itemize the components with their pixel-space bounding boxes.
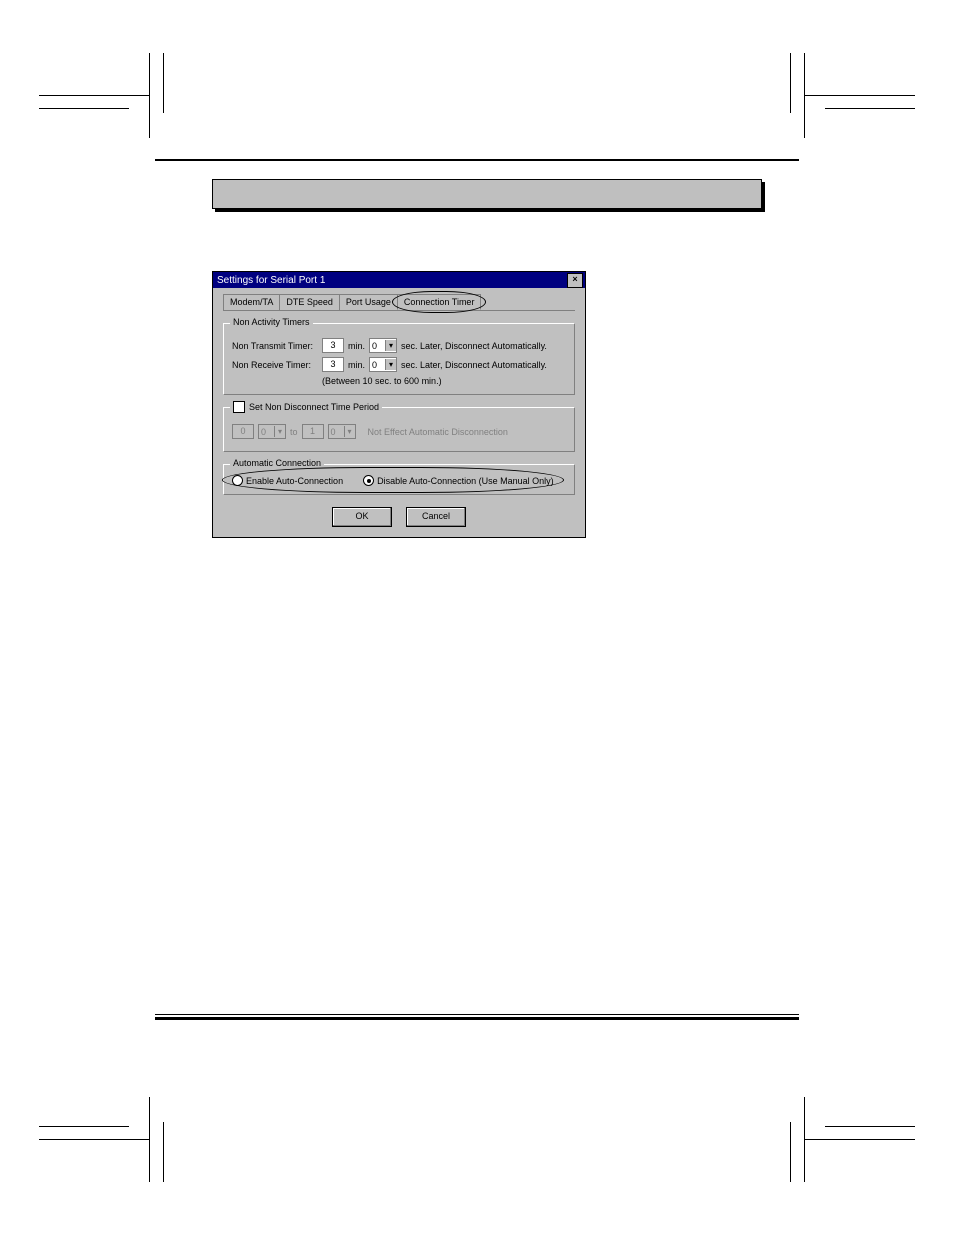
tab-dte-speed[interactable]: DTE Speed xyxy=(279,294,340,310)
after-text: sec. Later, Disconnect Automatically. xyxy=(401,360,547,370)
row-non-disconnect-period: 0 0 ▾ to 1 0 ▾ Not Effect Automatic Disc… xyxy=(232,424,566,439)
tab-connection-timer[interactable]: Connection Timer xyxy=(397,294,482,310)
disable-auto-label: Disable Auto-Connection (Use Manual Only… xyxy=(377,476,554,486)
row-auto-connection-radios: Enable Auto-Connection Disable Auto-Conn… xyxy=(232,475,566,486)
crop-mark xyxy=(805,95,915,96)
radio-dot-icon xyxy=(367,479,371,483)
tab-label: Port Usage xyxy=(346,297,391,307)
select-value: 0 xyxy=(372,341,377,351)
crop-mark xyxy=(163,1122,164,1182)
button-label: Cancel xyxy=(422,511,450,521)
tab-label: Modem/TA xyxy=(230,297,273,307)
crop-mark xyxy=(825,108,915,109)
crop-mark xyxy=(825,1126,915,1127)
section-heading-bar xyxy=(212,179,762,209)
crop-mark xyxy=(39,1139,149,1140)
chevron-down-icon: ▾ xyxy=(344,426,355,437)
button-label: OK xyxy=(355,511,368,521)
dialog-body: Modem/TA DTE Speed Port Usage Connection… xyxy=(213,288,585,537)
tab-port-usage[interactable]: Port Usage xyxy=(339,294,398,310)
from-min-select[interactable]: 0 ▾ xyxy=(258,424,286,439)
crop-mark xyxy=(804,1097,805,1182)
to-min-select[interactable]: 0 ▾ xyxy=(328,424,356,439)
tab-modem[interactable]: Modem/TA xyxy=(223,294,280,310)
chevron-down-icon: ▾ xyxy=(385,340,396,351)
tab-label: DTE Speed xyxy=(286,297,333,307)
dialog-titlebar: Settings for Serial Port 1 × xyxy=(213,272,585,288)
page: Settings for Serial Port 1 × Modem/TA DT… xyxy=(155,155,799,1015)
after-text: sec. Later, Disconnect Automatically. xyxy=(401,341,547,351)
crop-mark xyxy=(790,53,791,113)
dialog-title: Settings for Serial Port 1 xyxy=(217,275,325,286)
close-button[interactable]: × xyxy=(567,273,583,288)
tab-strip: Modem/TA DTE Speed Port Usage Connection… xyxy=(223,294,575,311)
to-label: to xyxy=(290,427,298,437)
group-non-activity-timers: Non Activity Timers Non Transmit Timer: … xyxy=(223,323,575,395)
non-transmit-label: Non Transmit Timer: xyxy=(232,341,318,351)
unit-min-label: min. xyxy=(348,360,365,370)
unit-min-label: min. xyxy=(348,341,365,351)
footer-rule xyxy=(155,1014,799,1020)
crop-mark xyxy=(804,53,805,138)
row-non-receive: Non Receive Timer: 3 min. 0 ▾ sec. Later… xyxy=(232,357,566,372)
crop-mark xyxy=(790,1122,791,1182)
non-disconnect-checkbox-label: Set Non Disconnect Time Period xyxy=(249,402,379,412)
non-transmit-min-input[interactable]: 3 xyxy=(322,338,344,353)
select-value: 0 xyxy=(261,427,266,437)
non-receive-min-input[interactable]: 3 xyxy=(322,357,344,372)
settings-dialog: Settings for Serial Port 1 × Modem/TA DT… xyxy=(212,271,586,538)
tab-label: Connection Timer xyxy=(404,297,475,307)
cancel-button[interactable]: Cancel xyxy=(406,507,466,527)
row-non-transmit: Non Transmit Timer: 3 min. 0 ▾ sec. Late… xyxy=(232,338,566,353)
group-non-disconnect-period: Set Non Disconnect Time Period 0 0 ▾ to … xyxy=(223,407,575,452)
group-automatic-connection: Automatic Connection Enable Auto-Connect… xyxy=(223,464,575,495)
enable-auto-label: Enable Auto-Connection xyxy=(246,476,343,486)
select-value: 0 xyxy=(331,427,336,437)
crop-mark xyxy=(39,1126,129,1127)
select-value: 0 xyxy=(372,360,377,370)
enable-auto-radio[interactable] xyxy=(232,475,243,486)
group-legend: Automatic Connection xyxy=(230,458,324,468)
non-receive-label: Non Receive Timer: xyxy=(232,360,318,370)
set-non-disconnect-checkbox[interactable] xyxy=(233,401,245,413)
header-rule xyxy=(155,159,799,161)
crop-mark xyxy=(163,53,164,113)
disable-auto-radio[interactable] xyxy=(363,475,374,486)
non-disconnect-note: Not Effect Automatic Disconnection xyxy=(368,427,508,437)
range-hint: (Between 10 sec. to 600 min.) xyxy=(322,376,566,386)
close-icon: × xyxy=(572,274,577,284)
group-legend: Non Activity Timers xyxy=(230,317,313,327)
from-hour-input[interactable]: 0 xyxy=(232,424,254,439)
chevron-down-icon: ▾ xyxy=(385,359,396,370)
ok-button[interactable]: OK xyxy=(332,507,392,527)
chevron-down-icon: ▾ xyxy=(274,426,285,437)
crop-mark xyxy=(805,1139,915,1140)
dialog-button-row: OK Cancel xyxy=(223,507,575,527)
to-hour-input[interactable]: 1 xyxy=(302,424,324,439)
non-receive-sec-select[interactable]: 0 ▾ xyxy=(369,357,397,372)
crop-mark xyxy=(149,1097,150,1182)
crop-mark xyxy=(39,108,129,109)
crop-mark xyxy=(39,95,149,96)
crop-mark xyxy=(149,53,150,138)
group-legend-checkbox: Set Non Disconnect Time Period xyxy=(230,401,382,413)
non-transmit-sec-select[interactable]: 0 ▾ xyxy=(369,338,397,353)
